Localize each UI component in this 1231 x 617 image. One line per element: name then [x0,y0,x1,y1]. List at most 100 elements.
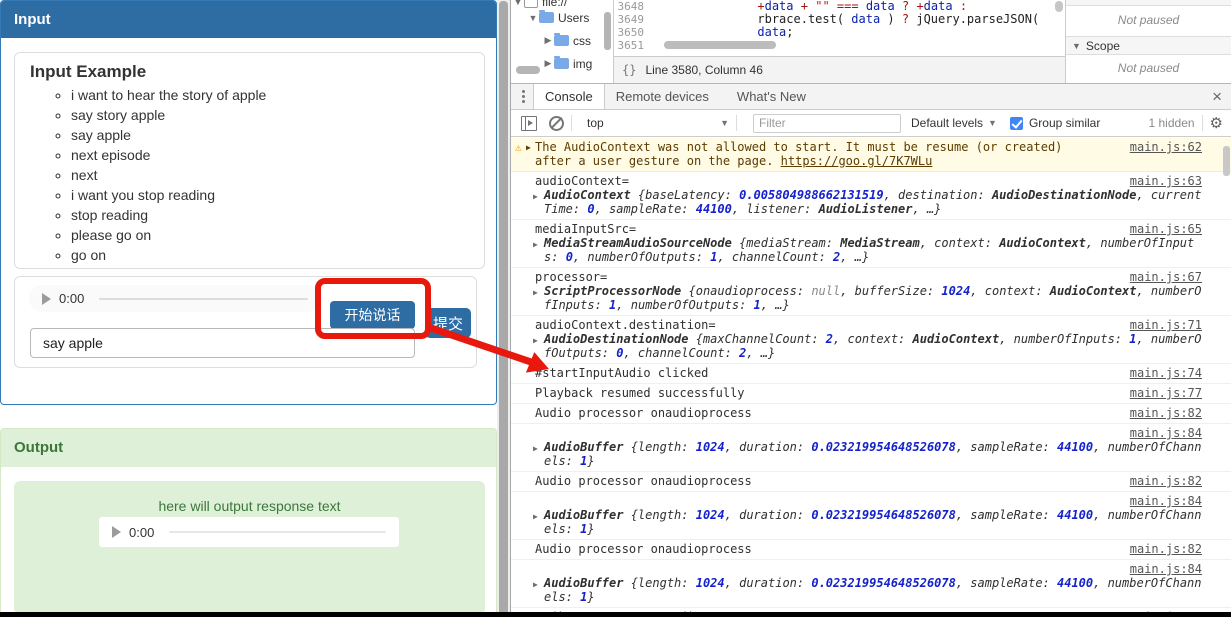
expand-icon[interactable]: ▶ [533,190,538,204]
chevron-down-icon: ▼ [988,118,997,128]
expand-icon[interactable]: ▶ [533,286,538,300]
console-log-row: main.js:82 Audio processor onaudioprocess [511,540,1231,560]
close-icon[interactable]: × [1212,88,1222,105]
output-panel-title: Output [14,439,64,456]
source-link[interactable]: main.js:82 [1130,406,1202,420]
group-similar-checkbox[interactable] [1009,116,1023,130]
console-toolbar: top ▼ Default levels ▼ Group similar 1 h… [511,110,1231,137]
tree-horizontal-scrollbar[interactable] [516,66,540,74]
input-panel-header: Input [1,1,496,38]
chevron-down-icon: ▼ [1072,40,1081,51]
chevron-down-icon[interactable]: ▼ [513,0,523,7]
log-label [535,426,1202,440]
submit-button[interactable]: 提交 [425,308,471,338]
tree-item-css[interactable]: ▶ css [543,32,613,49]
screenshot-root: Input Input Example i want to hear the s… [0,0,1231,617]
gear-icon[interactable]: ⚙ [1210,114,1223,132]
source-link[interactable]: main.js:84 [1130,426,1202,440]
tab-remote-devices[interactable]: Remote devices [605,84,720,109]
input-audio-player[interactable]: 0:00 [29,285,321,312]
speech-text-input[interactable] [30,328,415,358]
page-scrollbar-thumb[interactable] [499,1,508,615]
page-scrollbar[interactable] [497,0,510,617]
input-panel: Input Input Example i want to hear the s… [0,0,497,405]
line-number[interactable]: 3649 [614,13,649,26]
show-console-sidebar-icon[interactable] [521,115,537,131]
tree-item-img[interactable]: ▶ img [543,55,613,72]
source-link[interactable]: main.js:84 [1130,494,1202,508]
tree-item-label: css [573,33,591,48]
log-label: audioContext= [535,174,629,188]
source-link[interactable]: main.js:65 [1130,222,1202,236]
input-example-item: please go on [71,225,484,245]
tree-item-Users[interactable]: ▼ Users [528,9,613,26]
source-link[interactable]: main.js:77 [1130,386,1202,400]
console-log-row: main.js:82 Audio processor onaudioprocess [511,472,1231,492]
console-scrollbar-thumb[interactable] [1223,146,1230,176]
tab-console[interactable]: Console [533,84,605,109]
expand-icon[interactable]: ▶ [533,510,538,524]
kebab-menu-icon[interactable] [519,87,528,106]
log-levels-dropdown[interactable]: Default levels ▼ [911,116,997,130]
chevron-down-icon[interactable]: ▼ [528,13,538,23]
execution-context-selector[interactable]: top ▼ [587,116,729,130]
console-log-row: main.js:65 mediaInputSrc= ▶ MediaStreamAudi… [511,220,1231,268]
play-icon[interactable] [42,292,51,305]
warning-link[interactable]: https://goo.gl/7K7WLu [781,154,933,168]
call-stack-section-header[interactable]: ▼ Call Stack [1066,0,1231,6]
console-filter-input[interactable] [753,113,901,133]
console-log-row: main.js:71 audioContext.destination= ▶ Audi… [511,316,1231,364]
audio-progress-slider[interactable] [99,297,308,300]
console-log-row: main.js:82 Audio processor onaudioprocess [511,404,1231,424]
object-preview: ▶ AudioDestinationNode {maxChannelCount: … [533,332,1202,360]
source-link[interactable]: main.js:71 [1130,318,1202,332]
line-number[interactable]: 3648 [614,0,649,13]
sources-file-tree: ▼ file:// ▼ Users ▶ css ▶ img [511,0,614,83]
log-text: Playback resumed successfully [535,386,745,400]
output-audio-player[interactable]: 0:00 [99,517,399,547]
source-link[interactable]: main.js:63 [1130,174,1202,188]
source-link[interactable]: main.js:67 [1130,270,1202,284]
expand-icon[interactable]: ▶ [533,334,538,348]
frame-icon [524,0,538,8]
source-link[interactable]: main.js:84 [1130,562,1202,576]
line-number[interactable]: 3651 [614,39,649,52]
source-link[interactable]: main.js:62 [1130,140,1202,154]
editor-horizontal-scrollbar[interactable] [664,41,776,49]
editor-vertical-scrollbar[interactable] [1055,1,1063,12]
line-number[interactable]: 3650 [614,26,649,39]
input-example-list: i want to hear the story of applesay sto… [15,85,484,265]
bottom-edge-bar [0,612,1231,617]
clear-console-icon[interactable] [549,115,564,131]
scope-section-header[interactable]: ▼ Scope [1066,36,1231,55]
source-link[interactable]: main.js:82 [1130,542,1202,556]
expand-icon[interactable]: ▶ [533,442,538,456]
console-drawer-tabbar: Console Remote devices What's New × [511,83,1231,110]
input-panel-title: Input [14,11,51,28]
start-speaking-button[interactable]: 开始说话 [330,301,415,329]
expand-icon[interactable]: ▶ [533,578,538,592]
input-controls-box: 0:00 开始说话 提交 [14,276,477,368]
sources-code-editor[interactable]: 3648 +data + "" === data ? +data :3649 r… [614,0,1066,56]
group-similar-label: Group similar [1028,116,1101,130]
chevron-right-icon[interactable]: ▶ [543,58,553,69]
input-example-item: stop reading [71,205,484,225]
log-label [535,562,1202,576]
console-warning-row: main.js:62 ⚠ ▶ The AudioContext was not all… [511,138,1231,172]
chevron-right-icon[interactable]: ▶ [543,35,553,46]
divider [571,115,572,131]
warning-text: The AudioContext was not allowed to star… [535,140,1063,154]
console-log-row: main.js:84 ▶ AudioBuffer {length: 1024, du… [511,492,1231,540]
tree-item-label: file:// [542,0,568,9]
expand-icon[interactable]: ▶ [533,238,538,252]
source-link[interactable]: main.js:82 [1130,474,1202,488]
expand-icon[interactable]: ▶ [526,141,531,155]
warning-text: after a user gesture on the page. https:… [535,154,933,168]
chevron-down-icon: ▼ [720,118,729,128]
tab-whats-new[interactable]: What's New [726,84,817,109]
play-icon[interactable] [112,526,121,538]
log-label: processor= [535,270,608,284]
source-link[interactable]: main.js:74 [1130,366,1202,380]
audio-progress-slider[interactable] [169,531,386,533]
pretty-print-icon[interactable]: {} [622,63,636,77]
